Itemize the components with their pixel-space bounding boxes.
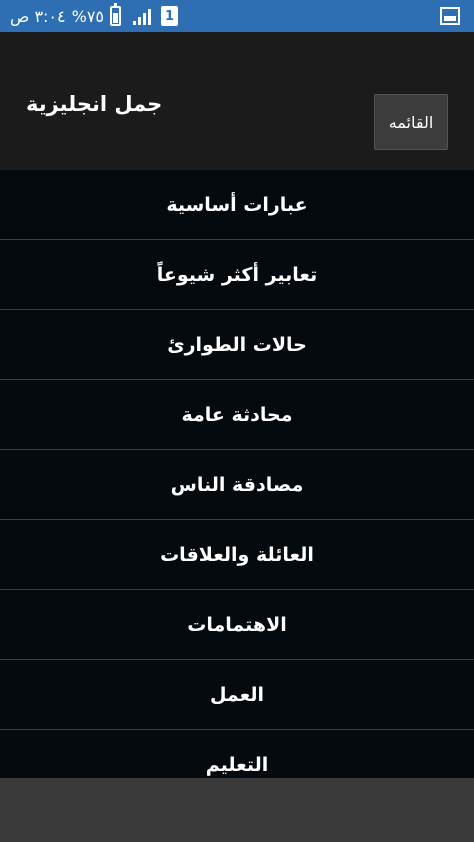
menu-button[interactable]: القائمه xyxy=(374,94,448,150)
clock: ٣:٠٤ ص xyxy=(10,6,66,26)
list-item[interactable]: عبارات أساسية xyxy=(0,170,474,240)
list-item[interactable]: العائلة والعلاقات xyxy=(0,520,474,590)
list-item[interactable]: تعابير أكثر شيوعاً xyxy=(0,240,474,310)
sim-icon: 1 xyxy=(161,6,178,26)
notification-image-icon xyxy=(440,7,460,25)
app-bar: جمل انجليزية القائمه xyxy=(0,32,474,170)
status-bar: ٣:٠٤ ص %٧٥ 1 xyxy=(0,0,474,32)
image-icon xyxy=(440,7,460,25)
list-item[interactable]: محادثة عامة xyxy=(0,380,474,450)
app-title: جمل انجليزية xyxy=(26,92,163,116)
bottom-bar xyxy=(0,778,474,842)
battery-percent: %٧٥ xyxy=(71,6,104,26)
signal-icon xyxy=(133,7,151,25)
list-item[interactable]: حالات الطوارئ xyxy=(0,310,474,380)
list-item[interactable]: مصادقة الناس xyxy=(0,450,474,520)
list-item[interactable]: التعليم xyxy=(0,730,474,778)
category-list: عبارات أساسية تعابير أكثر شيوعاً حالات ا… xyxy=(0,170,474,778)
status-left: ٣:٠٤ ص %٧٥ 1 xyxy=(10,0,178,32)
list-item[interactable]: العمل xyxy=(0,660,474,730)
list-item[interactable]: الاهتمامات xyxy=(0,590,474,660)
battery-icon xyxy=(110,3,121,26)
